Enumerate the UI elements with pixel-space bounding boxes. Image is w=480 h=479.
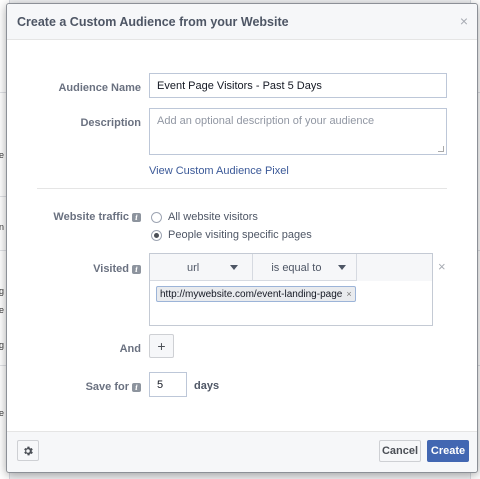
add-rule-button[interactable]: + bbox=[149, 334, 174, 358]
website-traffic-label: Website traffic i bbox=[27, 211, 141, 223]
save-for-label: Save for i bbox=[47, 381, 141, 393]
resize-handle-icon[interactable] bbox=[438, 146, 444, 152]
radio-people-visiting-specific-pages[interactable]: People visiting specific pages bbox=[151, 229, 312, 241]
dialog-footer: Cancel Create bbox=[7, 431, 477, 472]
section-divider bbox=[37, 188, 447, 189]
gear-icon bbox=[24, 446, 33, 455]
settings-button[interactable] bbox=[17, 440, 39, 461]
background-text-fragment: g bbox=[0, 286, 5, 296]
url-token-input[interactable]: http://mywebsite.com/event-landing-page … bbox=[150, 281, 432, 325]
create-custom-audience-dialog: Create a Custom Audience from your Websi… bbox=[6, 3, 478, 473]
chevron-down-icon bbox=[230, 265, 239, 270]
and-label: And bbox=[119, 343, 141, 355]
audience-name-value: Event Page Visitors - Past 5 Days bbox=[157, 79, 322, 92]
radio-button-checked[interactable] bbox=[151, 229, 162, 241]
background-text-fragment: n bbox=[0, 222, 5, 232]
url-token-text: http://mywebsite.com/event-landing-page bbox=[160, 288, 343, 300]
visited-rule: url is equal to http://mywebsite.com/eve… bbox=[149, 253, 433, 326]
url-token: http://mywebsite.com/event-landing-page … bbox=[156, 286, 356, 302]
audience-name-input[interactable]: Event Page Visitors - Past 5 Days bbox=[149, 73, 447, 98]
visited-label: Visited i bbox=[47, 263, 141, 275]
radio-button[interactable] bbox=[151, 211, 162, 223]
radio-label: People visiting specific pages bbox=[168, 229, 312, 241]
days-suffix: days bbox=[194, 380, 220, 392]
website-traffic-label-text: Website traffic bbox=[53, 211, 129, 223]
background-text-fragment: e bbox=[0, 305, 5, 315]
visited-label-text: Visited bbox=[93, 263, 129, 275]
token-remove-icon[interactable]: × bbox=[346, 289, 351, 299]
rule-header-empty bbox=[356, 254, 432, 281]
cancel-button[interactable]: Cancel bbox=[379, 440, 421, 462]
rule-header: url is equal to bbox=[150, 254, 432, 281]
operator-dropdown-value: is equal to bbox=[271, 261, 322, 274]
radio-all-website-visitors[interactable]: All website visitors bbox=[151, 211, 258, 223]
description-label: Description bbox=[80, 117, 141, 129]
save-for-days-input[interactable]: 5 bbox=[149, 372, 187, 397]
info-icon[interactable]: i bbox=[132, 265, 141, 274]
save-for-label-text: Save for bbox=[85, 381, 129, 393]
create-button[interactable]: Create bbox=[427, 440, 469, 462]
remove-rule-icon[interactable]: × bbox=[438, 259, 446, 274]
close-icon[interactable]: × bbox=[460, 13, 468, 29]
info-icon[interactable]: i bbox=[132, 383, 141, 392]
dialog-header: Create a Custom Audience from your Websi… bbox=[7, 4, 477, 40]
audience-name-label: Audience Name bbox=[58, 82, 141, 94]
field-dropdown-value: url bbox=[187, 261, 200, 274]
description-textarea[interactable]: Add an optional description of your audi… bbox=[149, 108, 447, 155]
dialog-title: Create a Custom Audience from your Websi… bbox=[17, 15, 289, 29]
background-text-fragment: e bbox=[0, 408, 5, 418]
background-text-fragment: g bbox=[0, 340, 5, 350]
save-for-days-value: 5 bbox=[157, 378, 164, 391]
info-icon[interactable]: i bbox=[132, 213, 141, 222]
background-text-fragment: e bbox=[0, 150, 5, 160]
operator-dropdown[interactable]: is equal to bbox=[253, 254, 357, 281]
view-custom-audience-pixel-link[interactable]: View Custom Audience Pixel bbox=[149, 165, 289, 177]
chevron-down-icon bbox=[337, 265, 346, 270]
field-dropdown[interactable]: url bbox=[150, 254, 254, 281]
description-placeholder: Add an optional description of your audi… bbox=[157, 115, 375, 127]
radio-label: All website visitors bbox=[168, 211, 258, 223]
